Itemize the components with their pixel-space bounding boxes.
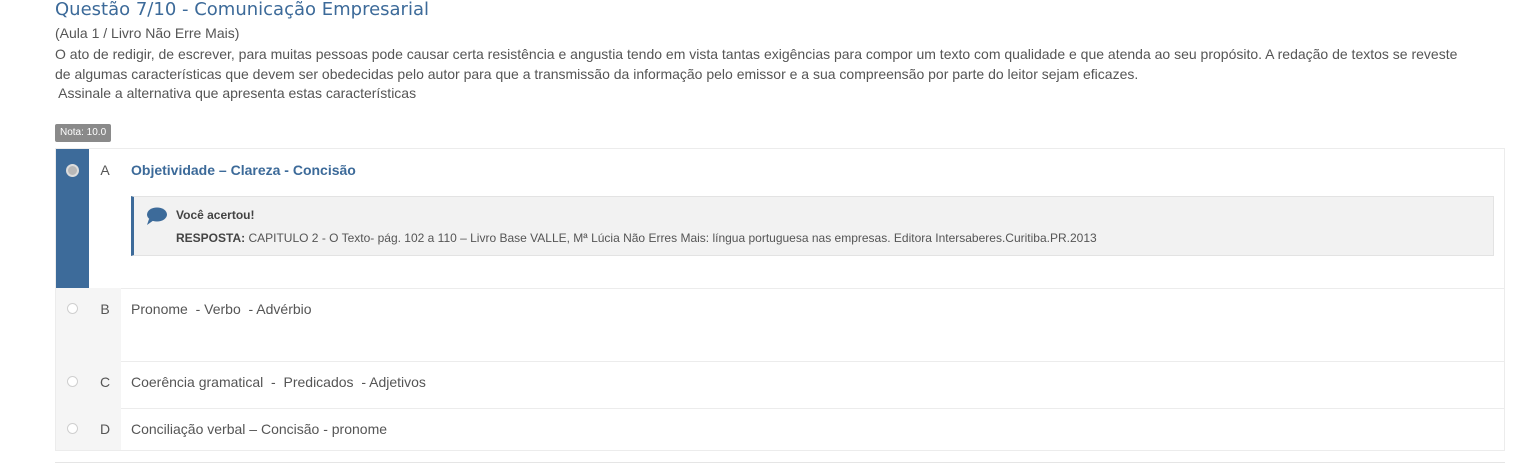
option-b[interactable]: B Pronome - Verbo - Advérbio [56,288,1504,362]
option-c[interactable]: C Coerência gramatical - Predicados - Ad… [56,361,1504,409]
option-d-radio[interactable] [67,423,78,434]
option-d-letter: D [99,421,111,437]
option-c-radio[interactable] [67,376,78,387]
option-d-text[interactable]: Conciliação verbal – Concisão - pronome [131,421,387,437]
question-body: O ato de redigir, de escrever, para muit… [55,44,1510,84]
feedback-answer-text: CAPITULO 2 - O Texto- pág. 102 a 110 – L… [245,231,1097,245]
feedback-title: Você acertou! [176,208,255,222]
option-b-marker [56,288,89,361]
question-body-line-1: O ato de redigir, de escrever, para muit… [55,46,1458,62]
option-a-radio[interactable] [66,164,79,177]
question-prompt: Assinale a alternativa que apresenta est… [55,85,417,101]
option-c-text[interactable]: Coerência gramatical - Predicados - Adje… [131,374,426,390]
option-b-radio[interactable] [67,303,78,314]
option-b-text[interactable]: Pronome - Verbo - Advérbio [131,301,312,317]
grade-badge: Nota: 10.0 [55,124,112,142]
feedback-answer-label: RESPOSTA: [176,231,246,245]
option-c-letter: C [99,374,111,390]
option-a-letter: A [100,162,110,178]
feedback-answer: RESPOSTA: CAPITULO 2 - O Texto- pág. 102… [176,231,1097,245]
question-body-line-2: de algumas características que devem ser… [55,66,1139,82]
question-title: Questão 7/10 - Comunicação Empresarial [55,0,429,20]
feedback-box: Você acertou! RESPOSTA: CAPITULO 2 - O T… [131,196,1494,256]
answer-options: A Objetividade – Clareza - Concisão Você… [55,148,1505,451]
option-d[interactable]: D Conciliação verbal – Concisão - pronom… [56,408,1504,450]
option-a-text[interactable]: Objetividade – Clareza - Concisão [131,162,356,178]
divider [55,462,1505,463]
option-a[interactable]: A Objetividade – Clareza - Concisão Você… [56,149,1504,289]
speech-bubble-icon [147,207,167,225]
option-b-letter: B [100,301,110,317]
question-subtitle: (Aula 1 / Livro Não Erre Mais) [55,25,240,41]
option-b-letter-column [89,288,121,361]
